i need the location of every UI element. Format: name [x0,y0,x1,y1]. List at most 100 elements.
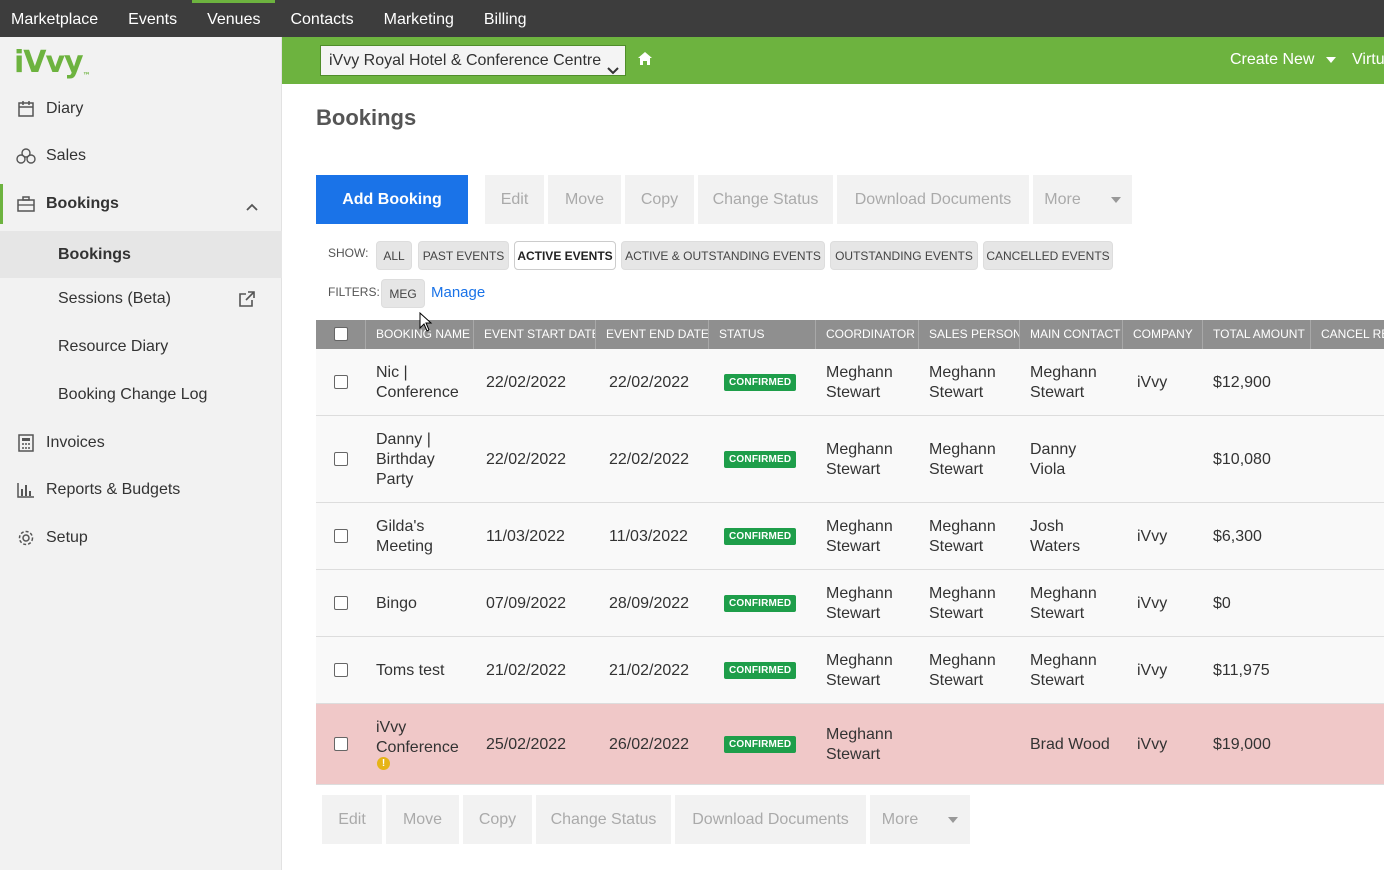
coordinator-cell: Meghann Stewart [826,651,893,691]
nav-marketing[interactable]: Marketing [369,0,469,37]
change-status-button[interactable]: Change Status [698,175,833,224]
table-row[interactable]: Nic | Conference 22/02/2022 22/02/2022 C… [316,349,1384,416]
show-cancelled-events-chip[interactable]: CANCELLED EVENTS [983,241,1113,270]
row-checkbox[interactable] [334,375,348,389]
download-documents-button[interactable]: Download Documents [837,175,1029,224]
column-header-cancel-reason[interactable]: CANCEL RE [1311,320,1384,349]
show-active-outstanding-chip[interactable]: ACTIVE & OUTSTANDING EVENTS [621,241,825,270]
chevron-up-icon[interactable] [246,198,258,216]
table-row[interactable]: iVvy Conference ! 25/02/2022 26/02/2022 … [316,704,1384,785]
select-all-checkbox[interactable] [334,327,348,341]
event-end-date-cell: 22/02/2022 [609,374,690,391]
change-status-button-bottom[interactable]: Change Status [536,795,671,844]
download-documents-button-bottom[interactable]: Download Documents [675,795,866,844]
column-header-event-end-date[interactable]: EVENT END DATE [596,320,709,349]
booking-name-cell[interactable]: Bingo [376,594,417,614]
virtual-link[interactable]: Virtu [1352,51,1384,69]
row-checkbox[interactable] [334,596,348,610]
filter-chip-meg[interactable]: MEG [381,279,425,308]
column-header-status[interactable]: STATUS [709,320,816,349]
chevron-down-icon [607,56,619,86]
total-amount-cell: $0 [1213,595,1231,612]
edit-button-bottom[interactable]: Edit [322,795,382,844]
booking-name-cell[interactable]: Nic | Conference [376,363,459,403]
status-badge: CONFIRMED [724,374,797,391]
status-badge: CONFIRMED [724,595,797,612]
show-all-chip[interactable]: ALL [376,241,412,270]
show-outstanding-events-chip[interactable]: OUTSTANDING EVENTS [830,241,978,270]
booking-name-line: Birthday [376,451,435,468]
column-header-main-contact[interactable]: MAIN CONTACT [1020,320,1123,349]
show-past-events-chip[interactable]: PAST EVENTS [418,241,509,270]
row-checkbox[interactable] [334,529,348,543]
column-header-company[interactable]: COMPANY [1123,320,1203,349]
copy-button-bottom[interactable]: Copy [463,795,532,844]
sidebar-item-sales[interactable]: Sales [0,136,282,176]
sales-person-line: Stewart [929,384,984,401]
nav-events[interactable]: Events [113,0,192,37]
more-button-bottom[interactable]: More [870,795,970,844]
column-header-coordinator[interactable]: COORDINATOR [816,320,919,349]
sidebar-item-diary[interactable]: Diary [0,89,282,129]
nav-billing[interactable]: Billing [469,0,542,37]
column-header-sales-person[interactable]: SALES PERSON [919,320,1020,349]
nav-contacts[interactable]: Contacts [275,0,368,37]
table-row[interactable]: Bingo 07/09/2022 28/09/2022 CONFIRMED Me… [316,570,1384,637]
nav-marketplace[interactable]: Marketplace [0,0,113,37]
booking-name-cell[interactable]: Danny | Birthday Party [376,430,435,490]
sales-person-cell: Meghann Stewart [929,363,996,403]
copy-button[interactable]: Copy [625,175,694,224]
sidebar-item-invoices[interactable]: Invoices [0,423,282,463]
booking-name-cell[interactable]: Toms test [376,661,444,681]
status-badge: CONFIRMED [724,662,797,679]
row-checkbox[interactable] [334,452,348,466]
logo-text: iVvy [14,45,84,80]
sidebar-item-label: Setup [46,529,88,546]
sidebar-item-setup[interactable]: Setup [0,518,282,558]
create-new-menu[interactable]: Create New [1230,51,1337,69]
manage-filters-link[interactable]: Manage [431,284,485,301]
event-end-date-cell: 26/02/2022 [609,736,690,753]
warning-icon[interactable]: ! [377,757,390,770]
ivvy-logo[interactable]: iVvy™ [14,45,91,80]
nav-venues[interactable]: Venues [192,0,276,37]
total-amount-cell: $10,080 [1213,451,1271,468]
move-button-bottom[interactable]: Move [386,795,459,844]
column-header-total-amount[interactable]: TOTAL AMOUNT [1203,320,1311,349]
table-row[interactable]: Danny | Birthday Party 22/02/2022 22/02/… [316,416,1384,503]
sidebar-subitem-sessions[interactable]: Sessions (Beta) [0,279,282,319]
edit-button[interactable]: Edit [485,175,544,224]
more-button[interactable]: More [1033,175,1132,224]
coordinator-line: Stewart [826,672,881,689]
sidebar-subitem-bookings[interactable]: Bookings [0,231,282,278]
home-icon[interactable] [637,51,653,70]
sales-person-line: Meghann [929,441,996,458]
coordinator-line: Stewart [826,538,881,555]
sales-person-cell: Meghann Stewart [929,584,996,624]
move-button[interactable]: Move [548,175,621,224]
main-contact-line: Stewart [1030,672,1085,689]
total-amount-cell: $12,900 [1213,374,1271,391]
row-checkbox[interactable] [334,663,348,677]
booking-name-cell[interactable]: iVvy Conference [376,718,459,758]
main-contact-cell: Danny Viola [1030,440,1076,480]
sidebar-item-reports[interactable]: Reports & Budgets [0,470,282,510]
row-checkbox[interactable] [334,737,348,751]
sidebar-item-label: Resource Diary [58,338,169,355]
mouse-cursor-icon [419,312,433,332]
add-booking-button[interactable]: Add Booking [316,175,468,224]
sidebar-subitem-resource-diary[interactable]: Resource Diary [0,327,282,367]
sales-person-line: Stewart [929,605,984,622]
venue-select[interactable]: iVvy Royal Hotel & Conference Centre [320,45,626,76]
sidebar-item-bookings[interactable]: Bookings [0,184,282,224]
external-link-icon[interactable] [238,290,256,313]
show-active-events-chip[interactable]: ACTIVE EVENTS [514,241,616,270]
coordinator-line: Stewart [826,746,881,763]
total-amount-cell: $19,000 [1213,736,1271,753]
table-row[interactable]: Toms test 21/02/2022 21/02/2022 CONFIRME… [316,637,1384,704]
column-header-event-start-date[interactable]: EVENT START DATE [474,320,596,349]
event-start-date-cell: 07/09/2022 [486,595,567,612]
table-row[interactable]: Gilda's Meeting 11/03/2022 11/03/2022 CO… [316,503,1384,570]
sidebar-subitem-booking-change-log[interactable]: Booking Change Log [0,375,282,415]
booking-name-cell[interactable]: Gilda's Meeting [376,517,433,557]
